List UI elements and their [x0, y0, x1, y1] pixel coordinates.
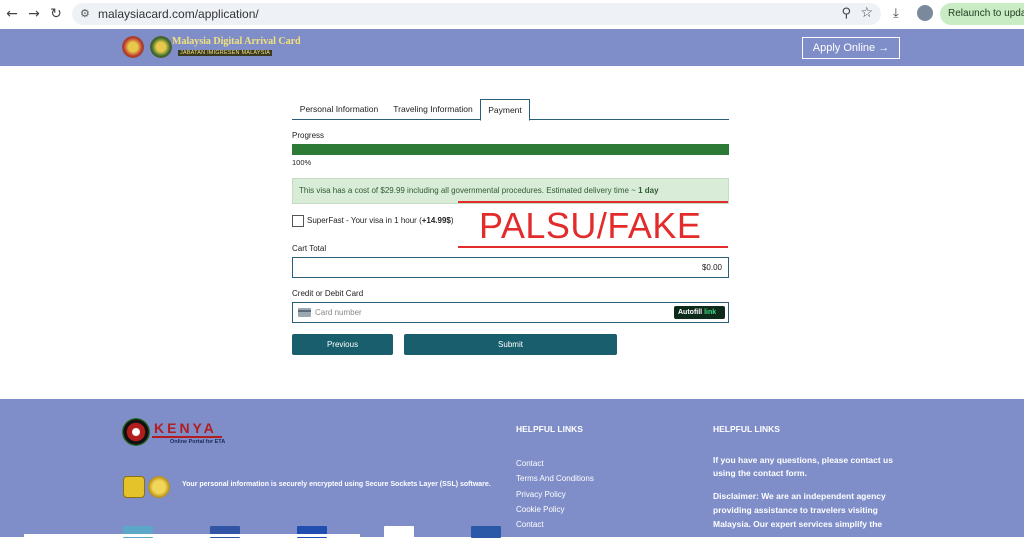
- cart-total-value: $0.00: [701, 263, 722, 272]
- immigration-crest-icon: [150, 36, 172, 58]
- contact-note: If you have any questions, please contac…: [713, 455, 893, 478]
- coat-of-arms-icon: [122, 36, 144, 58]
- superfast-close: ): [450, 216, 454, 225]
- tab-payment[interactable]: Payment: [480, 99, 530, 121]
- address-bar[interactable]: ⚙ malaysiacard.com/application/ ⚲ ☆: [72, 3, 881, 25]
- helpful-links-heading-2: HELPFUL LINKS: [713, 424, 780, 434]
- brand-subtitle: JABATAN IMIGRESEN MALAYSIA: [178, 50, 273, 56]
- footer-logo-text[interactable]: KENYA: [154, 420, 217, 436]
- footer-link-contact[interactable]: Contact: [516, 456, 594, 471]
- stamp-rule-bottom: [458, 246, 728, 248]
- apply-online-button[interactable]: Apply Online →: [802, 37, 900, 59]
- fake-warning-stamp: PALSU/FAKE: [479, 205, 702, 246]
- payment-logo-icon: [471, 526, 501, 538]
- ssl-seal-icon: [148, 476, 170, 498]
- footer-links: Contact Terms And Conditions Privacy Pol…: [516, 456, 594, 532]
- brand-title[interactable]: Malaysia Digital Arrival Card: [172, 36, 301, 47]
- stamp-rule-top: [458, 201, 728, 203]
- previous-button[interactable]: Previous: [292, 334, 393, 355]
- site-header: Malaysia Digital Arrival Card JABATAN IM…: [0, 29, 1024, 66]
- superfast-text: SuperFast - Your visa in 1 hour (: [307, 216, 422, 225]
- alert-delivery-time: 1 day: [638, 186, 659, 195]
- download-icon[interactable]: ⤓: [893, 6, 899, 21]
- bookmark-star-icon[interactable]: ☆: [860, 5, 873, 21]
- card-label: Credit or Debit Card: [292, 289, 364, 298]
- footer-logo-rule: [152, 436, 222, 438]
- zoom-icon[interactable]: ⚲: [841, 6, 851, 21]
- reload-icon[interactable]: ↻: [48, 6, 64, 22]
- progress-fill: [292, 144, 729, 155]
- browser-toolbar: ← → ↻ ⚙ malaysiacard.com/application/ ⚲ …: [0, 0, 1024, 29]
- superfast-price: +14.99$: [421, 216, 451, 225]
- footer-link-terms[interactable]: Terms And Conditions: [516, 471, 594, 486]
- forward-arrow-icon[interactable]: →: [26, 6, 42, 22]
- kenya-shield-icon: [122, 418, 150, 446]
- url-text[interactable]: malaysiacard.com/application/: [98, 7, 259, 21]
- tab-personal-information[interactable]: Personal Information: [292, 99, 386, 120]
- back-arrow-icon[interactable]: ←: [4, 6, 20, 22]
- footer-link-privacy[interactable]: Privacy Policy: [516, 487, 594, 502]
- credit-card-icon: [298, 308, 311, 317]
- disclaimer-text: Disclaimer: We are an independent agency…: [713, 491, 886, 529]
- cart-total-label: Cart Total: [292, 244, 327, 253]
- relaunch-button[interactable]: Relaunch to update: [940, 3, 1024, 25]
- site-settings-icon[interactable]: ⚙: [80, 7, 94, 21]
- progress-percent: 100%: [292, 158, 312, 167]
- footer-link-contact-2[interactable]: Contact: [516, 517, 594, 532]
- progress-label: Progress: [292, 131, 325, 140]
- footer-link-cookie[interactable]: Cookie Policy: [516, 502, 594, 517]
- autofill-link-text: link: [704, 309, 717, 316]
- mastercard-logo-icon: [384, 526, 414, 538]
- ssl-notice: Your personal information is securely en…: [182, 481, 491, 488]
- profile-avatar-icon[interactable]: [917, 5, 933, 21]
- superfast-label[interactable]: SuperFast - Your visa in 1 hour (+14.99$…: [307, 216, 454, 225]
- lock-badge-icon: [123, 476, 145, 498]
- footer-logo-subtitle: Online Portal for ETA: [170, 439, 226, 445]
- site-footer: KENYA Online Portal for ETA Your persona…: [0, 399, 1024, 538]
- form-tabs: Personal Information Traveling Informati…: [292, 99, 729, 121]
- cart-total-field: $0.00: [292, 257, 729, 278]
- card-number-input[interactable]: Card number Autofill link: [292, 302, 729, 323]
- alert-text: This visa has a cost of $29.99 including…: [299, 186, 639, 195]
- autofill-link-button[interactable]: Autofill link: [674, 306, 725, 319]
- tab-traveling-information[interactable]: Traveling Information: [388, 99, 478, 120]
- progress-bar: [292, 144, 729, 155]
- card-number-placeholder[interactable]: Card number: [315, 308, 362, 317]
- helpful-links-heading: HELPFUL LINKS: [516, 424, 583, 434]
- autofill-label: Autofill: [678, 309, 703, 316]
- submit-button[interactable]: Submit: [404, 334, 617, 355]
- superfast-checkbox[interactable]: [292, 215, 304, 227]
